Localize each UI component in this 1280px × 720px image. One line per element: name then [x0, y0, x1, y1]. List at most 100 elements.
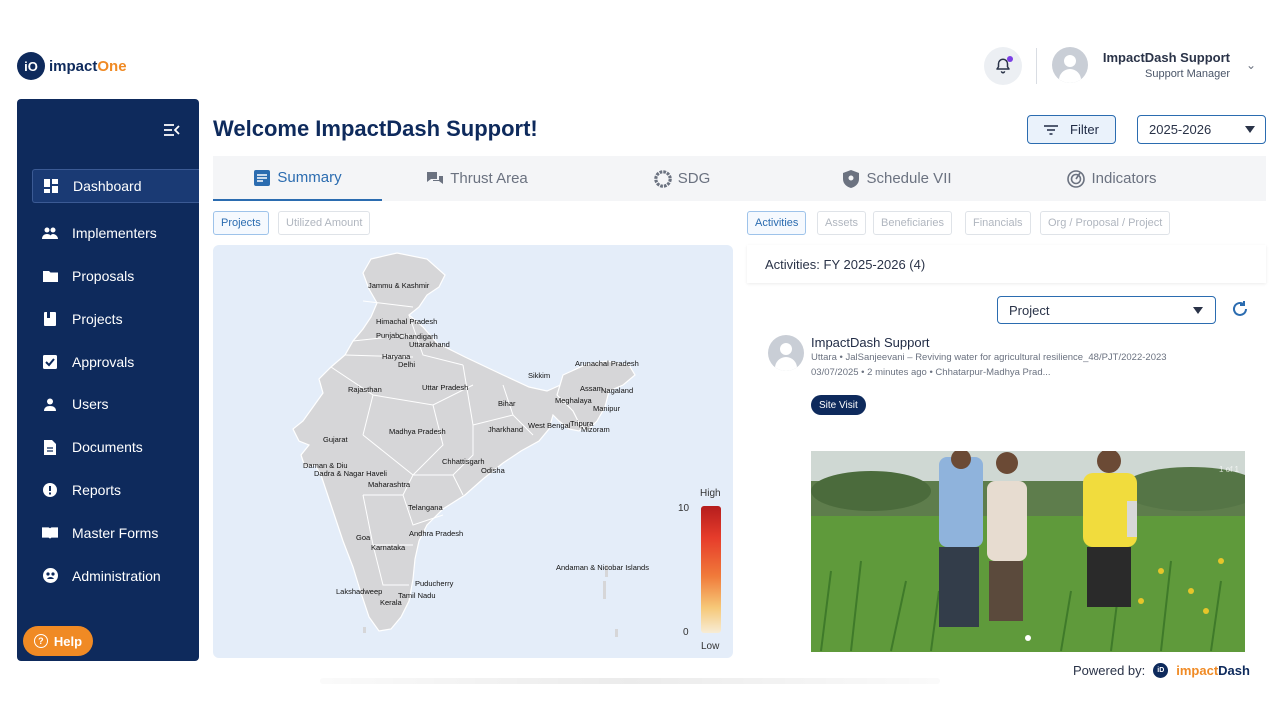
activities-header: Activities: FY 2025-2026 (4): [747, 245, 1266, 283]
sidebar-item-label: Administration: [72, 567, 161, 584]
chip-org-proposal-project[interactable]: Org / Proposal / Project: [1040, 211, 1171, 235]
document-icon: [42, 439, 58, 455]
shield-icon: [842, 169, 860, 188]
user-icon: [42, 396, 58, 412]
sidebar-item-projects[interactable]: Projects: [17, 297, 199, 340]
filter-button[interactable]: Filter: [1027, 115, 1116, 144]
header-divider: [1036, 48, 1037, 84]
chat-icon: [426, 170, 444, 188]
tab-label: Thrust Area: [450, 170, 528, 187]
tab-summary[interactable]: Summary: [213, 156, 382, 201]
sidebar-item-proposals[interactable]: Proposals: [17, 255, 199, 298]
legend-color-scale: [701, 506, 721, 633]
chip-utilized-amount[interactable]: Utilized Amount: [278, 211, 371, 235]
chip-financials[interactable]: Financials: [965, 211, 1031, 235]
map-label-andhra-pradesh: Andhra Pradesh: [409, 529, 464, 538]
logo-text-a: impact: [49, 57, 98, 75]
map-label-manipur: Manipur: [593, 404, 621, 413]
dashboard-icon: [43, 178, 59, 194]
sidebar-item-reports[interactable]: Reports: [17, 469, 199, 512]
map-label-uttarakhand: Uttarakhand: [409, 340, 450, 349]
user-name[interactable]: ImpactDash Support: [1103, 50, 1230, 65]
chevron-down-icon[interactable]: ⌄: [1246, 58, 1256, 72]
tab-schedule-vii[interactable]: Schedule VII: [832, 156, 962, 201]
logo-mark: iO: [17, 52, 45, 80]
user-avatar[interactable]: [1052, 47, 1088, 83]
open-book-icon: [42, 525, 58, 541]
post-author-avatar: [768, 335, 804, 371]
chip-assets[interactable]: Assets: [817, 211, 867, 235]
collapse-menu-icon[interactable]: [163, 123, 181, 142]
refresh-icon[interactable]: [1230, 299, 1250, 319]
map-label-puducherry: Puducherry: [415, 579, 454, 588]
chip-projects[interactable]: Projects: [213, 211, 269, 235]
legend-high-label: High: [700, 488, 721, 499]
map-label-punjab: Punjab: [376, 331, 400, 340]
map-label-bihar: Bihar: [498, 399, 516, 408]
carousel-dot[interactable]: [1025, 635, 1031, 641]
map-label-uttar-pradesh: Uttar Pradesh: [422, 383, 469, 392]
map-label-maharashtra: Maharashtra: [368, 480, 411, 489]
year-selected-value: 2025-2026: [1149, 122, 1212, 137]
post-meta: 03/07/2025 • 2 minutes ago • Chhatarpur-…: [811, 367, 1051, 378]
logo-text: impactOne: [49, 58, 127, 75]
sidebar-item-implementers[interactable]: Implementers: [17, 212, 199, 255]
map-label-gujarat: Gujarat: [323, 435, 348, 444]
logo-text-b: One: [97, 57, 127, 75]
tab-indicators[interactable]: Indicators: [1052, 156, 1172, 201]
summary-icon: [253, 169, 271, 187]
map-label-assam: Assam: [580, 384, 603, 393]
notifications-button[interactable]: [984, 47, 1022, 85]
tab-thrust-area[interactable]: Thrust Area: [412, 156, 542, 201]
map-label-tamil-nadu: Tamil Nadu: [398, 591, 436, 600]
caret-down-icon: [1245, 126, 1255, 133]
sidebar-item-approvals[interactable]: Approvals: [17, 340, 199, 383]
sidebar: Dashboard Implementers Proposals Project…: [17, 99, 199, 661]
help-button[interactable]: ? Help: [23, 626, 93, 656]
sidebar-item-label: Users: [72, 396, 109, 413]
sidebar-item-documents[interactable]: Documents: [17, 426, 199, 469]
sidebar-item-label: Proposals: [72, 267, 135, 284]
map-label-rajasthan: Rajasthan: [348, 385, 382, 394]
gauge-icon: [1067, 169, 1086, 188]
map-label-himachal-pradesh: Himachal Pradesh: [376, 317, 438, 326]
help-label: Help: [53, 633, 83, 649]
sidebar-item-label: Implementers: [72, 225, 157, 242]
post-author-name: ImpactDash Support: [811, 335, 930, 350]
year-select[interactable]: 2025-2026: [1137, 115, 1266, 144]
nicobar-islands: [615, 629, 618, 637]
tab-label: SDG: [677, 170, 711, 187]
activities-feed: Project ImpactDash Support Uttara • JalS…: [747, 289, 1266, 658]
map-label-jammu-kashmir: Jammu & Kashmir: [368, 281, 430, 290]
notification-dot: [1007, 56, 1013, 62]
dashboard-tabs: Summary Thrust Area SDG Schedule VII Ind…: [213, 156, 1266, 201]
india-map[interactable]: [213, 245, 733, 658]
chip-activities[interactable]: Activities: [747, 211, 807, 235]
legend-min-value: 0: [683, 627, 689, 638]
project-filter-select[interactable]: Project: [997, 296, 1216, 324]
impactdash-logo-mark: iD: [1153, 663, 1169, 678]
page-title: Welcome ImpactDash Support!: [213, 116, 538, 141]
sidebar-item-administration[interactable]: Administration: [17, 554, 199, 597]
sidebar-item-label: Documents: [72, 439, 143, 456]
brand-b: Dash: [1218, 663, 1250, 678]
impactdash-brand[interactable]: impactDash: [1176, 663, 1250, 678]
activity-photo[interactable]: 1 of 1: [811, 451, 1245, 652]
powered-by-label: Powered by:: [1073, 663, 1146, 678]
user-role: Support Manager: [1145, 68, 1230, 80]
sidebar-item-dashboard[interactable]: Dashboard: [32, 169, 199, 203]
map-label-telangana: Telangana: [408, 503, 443, 512]
sidebar-item-users[interactable]: Users: [17, 383, 199, 426]
chip-beneficiaries[interactable]: Beneficiaries: [873, 211, 952, 235]
sidebar-item-master-forms[interactable]: Master Forms: [17, 511, 199, 554]
map-label-west-bengal: West Bengal: [528, 421, 571, 430]
tab-label: Indicators: [1091, 170, 1157, 187]
legend-max-value: 10: [678, 503, 690, 514]
tab-label: Schedule VII: [866, 170, 952, 187]
bottom-scroll-shadow: [320, 678, 940, 684]
map-label-andaman-nicobar: Andaman & Nicobar Islands: [556, 563, 649, 572]
tab-sdg[interactable]: SDG: [642, 156, 722, 201]
app-logo[interactable]: iO impactOne: [17, 52, 127, 80]
photo-counter: 1 of 1: [1218, 465, 1239, 474]
powered-by: Powered by: iD impactDash: [1073, 663, 1250, 678]
